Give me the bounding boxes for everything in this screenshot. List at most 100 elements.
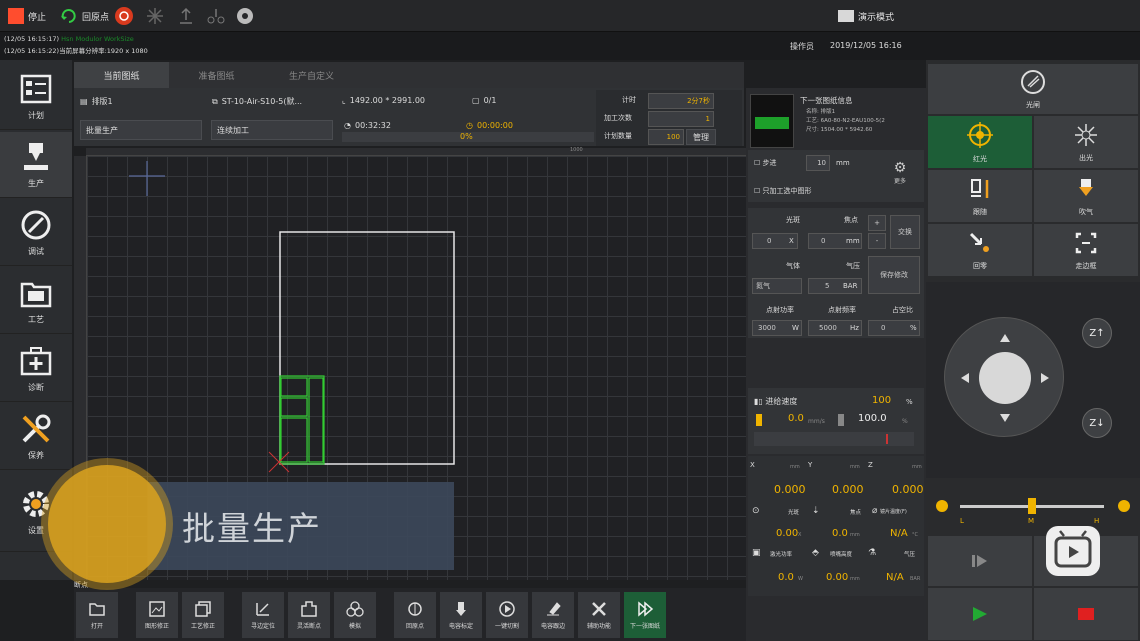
sidebar-item-process[interactable]: 工艺 (0, 268, 72, 334)
status-bar: (12/05 16:15:17) Hsn Modulor WorkSize (1… (0, 32, 1140, 60)
speed-icon (756, 414, 762, 426)
gas-pressure-icon: ⚗ (868, 548, 877, 558)
red-light-button[interactable]: 红光 (928, 116, 1032, 168)
process-correct-button[interactable]: 工艺修正 (182, 592, 224, 638)
arrow-down-icon[interactable] (1000, 414, 1010, 422)
upload-button[interactable] (178, 6, 194, 26)
return-origin-icon (61, 9, 76, 23)
tab-current-drawing[interactable]: 当前图纸 (74, 62, 169, 88)
calibrate-icon (456, 602, 466, 616)
thermometer-icon: ⌀ (872, 506, 878, 516)
tools-icon (592, 602, 606, 616)
more-button[interactable]: ⚙ 更多 (884, 160, 916, 194)
shutter-button[interactable]: 光闸 (928, 64, 1138, 114)
trace-button[interactable]: 电容跟边 (532, 592, 574, 638)
start-button[interactable] (928, 588, 1032, 640)
gear-icon: ⚙ (893, 160, 907, 176)
file-info: ⧉ ST-10-Air-S10-5(默... (212, 96, 303, 107)
breakpoint-icon (301, 601, 317, 617)
demo-mode-icon (838, 10, 854, 22)
target-icon (967, 121, 993, 148)
return-zero-icon (969, 232, 989, 252)
calibrate-button[interactable]: 电容标定 (440, 592, 482, 638)
z-down-button[interactable]: Z↓ (1082, 408, 1112, 438)
sidebar-item-debug[interactable]: 调试 (0, 200, 72, 266)
control-panel: 光闸 红光 出光 跟随 吹气 回零 走边框 Z↑ Z↓ L M H (926, 60, 1140, 641)
sidebar-item-diagnosis[interactable]: 诊断 (0, 336, 72, 402)
laser-burst-icon (1075, 123, 1097, 146)
stop-square-icon (1078, 608, 1094, 620)
laser-out-button[interactable]: 出光 (1034, 116, 1138, 168)
simulate-button[interactable]: 模拟 (334, 592, 376, 638)
cut-parts (279, 375, 325, 465)
operator-label: 操作员 (790, 42, 814, 51)
one-key-cut-button[interactable]: 一键切割 (486, 592, 528, 638)
return-zero-button[interactable]: 回零 (928, 224, 1032, 276)
status-button[interactable] (236, 6, 254, 26)
stop-machine-button[interactable] (1034, 588, 1138, 640)
edge-find-icon (256, 603, 269, 616)
only-selected-checkbox[interactable]: ☐ 只加工选中图形 (754, 186, 812, 196)
graphic-correct-button[interactable]: 图形修正 (136, 592, 178, 638)
return-origin-toolbar-button[interactable]: 回原点 (394, 592, 436, 638)
timer-icon: ◷ (466, 121, 473, 130)
image-edit-icon (149, 601, 165, 617)
plus-button[interactable]: + (868, 215, 886, 231)
walk-border-button[interactable]: 走边框 (1034, 224, 1138, 276)
sidebar-item-plan[interactable]: 计划 (0, 64, 72, 130)
alarm-button[interactable] (114, 6, 134, 26)
save-changes-button[interactable]: 保存修改 (868, 256, 920, 294)
follow-icon (971, 178, 989, 198)
arrow-left-icon[interactable] (961, 373, 969, 383)
minus-button[interactable]: - (868, 233, 886, 249)
swap-button[interactable]: 交换 (890, 215, 920, 249)
next-sheet-button[interactable]: 下一张图纸 (624, 592, 666, 638)
manage-button[interactable]: 管理 (686, 129, 716, 145)
override-icon (838, 414, 844, 426)
open-button[interactable]: 打开 (76, 592, 118, 638)
z-up-button[interactable]: Z↑ (1082, 318, 1112, 348)
trace-icon (547, 602, 561, 616)
gas-select[interactable]: 氮气 (752, 278, 802, 294)
feed-slider[interactable] (754, 432, 914, 446)
jog-dpad[interactable] (944, 317, 1064, 437)
datetime: 2019/12/05 16:16 (830, 41, 902, 50)
blow-icon (1079, 178, 1093, 196)
laser-button[interactable] (146, 6, 164, 26)
mode-select[interactable]: 批量生产 (80, 120, 202, 140)
bottom-toolbar: 打开 图形修正 工艺修正 寻边定位 灵活断点 模拟 回原点 电容标定 一键切割 … (74, 588, 746, 641)
drawing-info-bar: ▤ 排版1 ⧉ ST-10-Air-S10-5(默... ⌞ 1492.00 * 29… (74, 88, 744, 146)
drawing-tabs: 当前图纸 准备图纸 生产自定义 (74, 62, 744, 88)
tab-prepare-drawing[interactable]: 准备图纸 (169, 62, 264, 88)
speed-thumb[interactable] (1028, 498, 1036, 514)
caption-badge (48, 465, 166, 583)
elapsed-time: ◔ 00:32:32 (344, 121, 391, 130)
arrow-up-icon[interactable] (1000, 334, 1010, 342)
sidebar-item-production[interactable]: 生产 (0, 132, 72, 198)
arrow-right-icon[interactable] (1041, 373, 1049, 383)
breakpoint-button[interactable]: 灵活断点 (288, 592, 330, 638)
stop-button[interactable]: 停止 (8, 6, 46, 26)
simulate-icon (346, 601, 364, 617)
remaining-time: ◷ 00:00:00 (466, 121, 513, 130)
step-run-button[interactable] (928, 536, 1032, 586)
process-select[interactable]: 连续加工 (211, 120, 333, 140)
mode-indicator: 演示模式 (838, 6, 894, 26)
step-input[interactable]: 10 (806, 155, 830, 171)
log-line-1: (12/05 16:15:17) Hsn Modulor WorkSize (4, 35, 134, 43)
x-coordinate: 0.000 (774, 483, 806, 496)
plan-qty-input[interactable]: 100 (648, 129, 684, 145)
edge-find-button[interactable]: 寻边定位 (242, 592, 284, 638)
origin-button[interactable]: 回原点 (60, 6, 109, 26)
horizontal-ruler: 1000 (86, 147, 746, 156)
slow-icon (936, 500, 948, 512)
tab-production-custom[interactable]: 生产自定义 (264, 62, 359, 88)
axis-button[interactable] (206, 6, 226, 26)
step-checkbox[interactable]: ☐ 步进 (754, 158, 777, 168)
auxiliary-button[interactable]: 辅助功能 (578, 592, 620, 638)
blow-button[interactable]: 吹气 (1034, 170, 1138, 222)
follow-button[interactable]: 跟随 (928, 170, 1032, 222)
app-window: 停止 回原点 演示模式 (12/05 16:15:17) Hsn Modulor… (0, 0, 1140, 641)
sidebar-item-maintenance[interactable]: 保养 (0, 404, 72, 470)
alarm-icon (115, 7, 133, 25)
